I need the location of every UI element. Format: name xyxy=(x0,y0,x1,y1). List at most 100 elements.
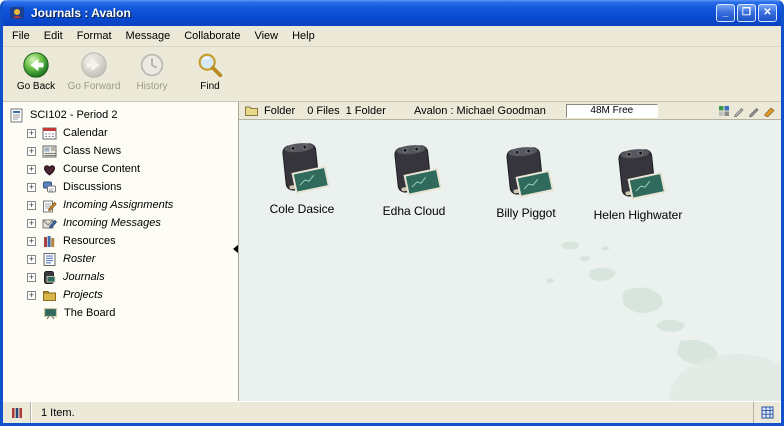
tree-item-label: Projects xyxy=(63,289,103,301)
journal-book-icon xyxy=(385,140,443,200)
go-back-button[interactable]: Go Back xyxy=(9,50,63,99)
journal-item-name: Billy Piggot xyxy=(496,206,555,220)
history-button[interactable]: History xyxy=(125,50,179,99)
menu-format[interactable]: Format xyxy=(70,27,119,45)
tree-item-label: Class News xyxy=(63,145,121,157)
account-label: Avalon : Michael Goodman xyxy=(414,105,546,117)
pen-icon[interactable] xyxy=(748,105,760,117)
pencil-icon[interactable] xyxy=(733,105,745,117)
expand-toggle-icon[interactable]: + xyxy=(27,273,36,282)
discussions-icon xyxy=(42,180,57,195)
projects-icon xyxy=(42,288,57,303)
files-count: 0 Files xyxy=(307,105,339,117)
go-forward-label: Go Forward xyxy=(68,81,121,92)
resources-icon xyxy=(42,234,57,249)
tree-item-class-news[interactable]: + Class News xyxy=(3,142,238,160)
view-toggle[interactable] xyxy=(753,402,781,423)
tree-item-label: Course Content xyxy=(63,163,140,175)
status-bar: 1 Item. xyxy=(3,401,781,423)
app-window: Journals : Avalon _ ❐ ✕ File Edit Format… xyxy=(0,0,784,426)
journal-item[interactable]: Cole Dasice xyxy=(249,138,355,216)
journal-item-name: Edha Cloud xyxy=(383,204,446,218)
free-space-indicator: 48M Free xyxy=(566,104,658,118)
connection-icon xyxy=(11,407,23,419)
content-header: Folder 0 Files 1 Folder Avalon : Michael… xyxy=(239,102,781,120)
tree-item-label: Discussions xyxy=(63,181,122,193)
expand-toggle-icon[interactable]: + xyxy=(27,129,36,138)
menu-help[interactable]: Help xyxy=(285,27,322,45)
close-button[interactable]: ✕ xyxy=(758,4,777,22)
tree-item-projects[interactable]: + Projects xyxy=(3,286,238,304)
expand-toggle-icon[interactable]: + xyxy=(27,147,36,156)
menu-bar: File Edit Format Message Collaborate Vie… xyxy=(3,26,781,47)
maximize-button[interactable]: ❐ xyxy=(737,4,756,22)
journal-icon xyxy=(42,270,57,285)
find-icon xyxy=(195,50,225,80)
go-back-label: Go Back xyxy=(17,81,55,92)
titlebar: Journals : Avalon _ ❐ ✕ xyxy=(3,0,781,26)
content-icon xyxy=(42,162,57,177)
assignments-icon xyxy=(42,198,57,213)
tree-item-incoming-assignments[interactable]: + Incoming Assignments xyxy=(3,196,238,214)
go-forward-icon xyxy=(79,50,109,80)
journal-item[interactable]: Edha Cloud xyxy=(361,140,467,218)
folder-label: Folder xyxy=(264,105,295,117)
expand-toggle-icon[interactable]: + xyxy=(27,201,36,210)
folder-view: Cole Dasice Edha Cloud Billy Piggot Hele… xyxy=(239,120,781,401)
tree-item-calendar[interactable]: + Calendar xyxy=(3,124,238,142)
roster-icon xyxy=(42,252,57,267)
tree-item-label: Roster xyxy=(63,253,95,265)
tree-item-journals[interactable]: + Journals xyxy=(3,268,238,286)
expand-toggle-icon[interactable]: + xyxy=(27,237,36,246)
view-options-icon[interactable] xyxy=(718,105,730,117)
news-icon xyxy=(42,144,57,159)
tree-item-label: Incoming Messages xyxy=(63,217,161,229)
calendar-icon xyxy=(42,126,57,141)
go-back-icon xyxy=(21,50,51,80)
main-area: SCI102 - Period 2 + Calendar + Class New… xyxy=(3,102,781,401)
expand-toggle-icon[interactable]: + xyxy=(27,291,36,300)
expand-toggle-icon[interactable]: + xyxy=(27,183,36,192)
expand-toggle-icon[interactable]: + xyxy=(27,255,36,264)
folder-icon xyxy=(245,105,258,116)
tree-item-label: Calendar xyxy=(63,127,108,139)
expand-toggle-icon[interactable]: + xyxy=(27,219,36,228)
messages-icon xyxy=(42,216,57,231)
find-button[interactable]: Find xyxy=(183,50,237,99)
journal-item[interactable]: Helen Highwater xyxy=(585,144,691,222)
menu-edit[interactable]: Edit xyxy=(37,27,70,45)
tree-item-course-root[interactable]: SCI102 - Period 2 xyxy=(3,106,238,124)
menu-file[interactable]: File xyxy=(5,27,37,45)
history-label: History xyxy=(136,81,167,92)
tree-item-label: SCI102 - Period 2 xyxy=(30,109,117,121)
app-icon xyxy=(9,5,25,21)
journal-book-icon xyxy=(273,138,331,198)
menu-view[interactable]: View xyxy=(247,27,285,45)
expand-toggle-icon[interactable]: + xyxy=(27,165,36,174)
header-tools xyxy=(718,105,775,117)
grid-view-icon xyxy=(761,406,774,419)
menu-message[interactable]: Message xyxy=(119,27,178,45)
minimize-button[interactable]: _ xyxy=(716,4,735,22)
tree-item-label: The Board xyxy=(64,307,115,319)
journal-item-name: Cole Dasice xyxy=(270,202,335,216)
menu-collaborate[interactable]: Collaborate xyxy=(177,27,247,45)
go-forward-button[interactable]: Go Forward xyxy=(67,50,121,99)
journal-book-icon xyxy=(609,144,667,204)
tree-item-resources[interactable]: + Resources xyxy=(3,232,238,250)
tree-item-roster[interactable]: + Roster xyxy=(3,250,238,268)
tree-item-the-board[interactable]: The Board xyxy=(3,304,238,322)
highlighter-icon[interactable] xyxy=(763,105,775,117)
tree-item-label: Incoming Assignments xyxy=(63,199,173,211)
journal-book-icon xyxy=(497,142,555,202)
tree-item-discussions[interactable]: + Discussions xyxy=(3,178,238,196)
tree-item-incoming-messages[interactable]: + Incoming Messages xyxy=(3,214,238,232)
tree-item-course-content[interactable]: + Course Content xyxy=(3,160,238,178)
tree-item-label: Journals xyxy=(63,271,105,283)
item-count: 1 Item. xyxy=(41,407,75,419)
connection-status[interactable] xyxy=(3,402,31,423)
navigation-tree: SCI102 - Period 2 + Calendar + Class New… xyxy=(3,102,239,401)
journal-item[interactable]: Billy Piggot xyxy=(473,142,579,220)
tree-item-label: Resources xyxy=(63,235,116,247)
folders-count: 1 Folder xyxy=(346,105,386,117)
